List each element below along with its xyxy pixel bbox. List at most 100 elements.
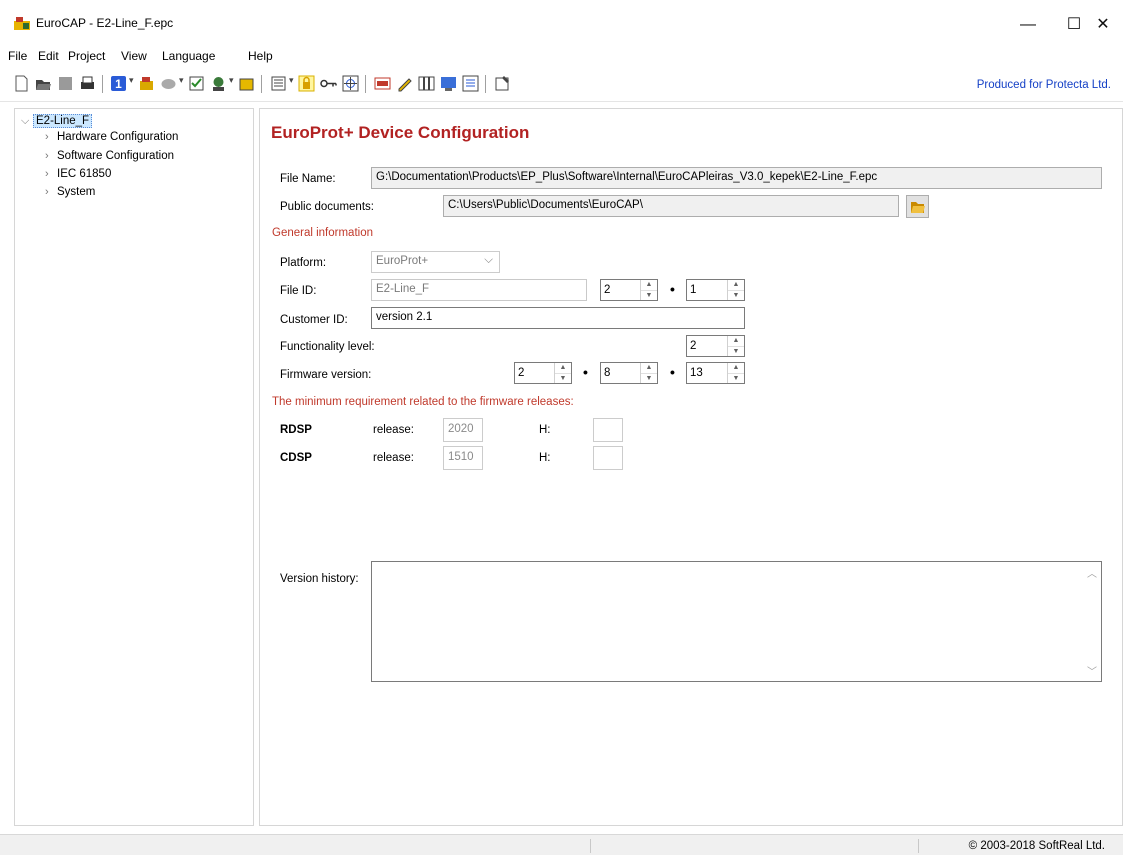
firmware-minor-stepper[interactable]: 8 ▲ ▼ bbox=[600, 362, 658, 384]
spin-down-icon[interactable]: ▼ bbox=[641, 373, 657, 383]
spin-up-icon[interactable]: ▲ bbox=[555, 363, 571, 373]
tree-item-hardware[interactable]: › Hardware Configuration bbox=[45, 131, 178, 143]
tool-icon[interactable] bbox=[210, 75, 227, 92]
config-icon[interactable] bbox=[270, 75, 287, 92]
file-id-minor-stepper[interactable]: 1 ▲ ▼ bbox=[686, 279, 745, 301]
tree-item-label: Software Configuration bbox=[57, 150, 174, 162]
rdsp-label: RDSP bbox=[280, 424, 312, 436]
menu-language[interactable]: Language bbox=[162, 49, 215, 63]
project-tree: ⌵ E2-Line_F › Hardware Configuration › Soft… bbox=[14, 108, 254, 826]
chevron-down-icon: ⌵ bbox=[484, 254, 493, 266]
general-info-heading: General information bbox=[272, 227, 373, 239]
hardware-icon[interactable] bbox=[138, 75, 155, 92]
rdsp-release-field: 2020 bbox=[443, 418, 483, 442]
toolbar: 1 ▾ ▾ ▾ ▾ Produced for Protecta Ltd. bbox=[0, 66, 1123, 102]
menu-edit[interactable]: Edit bbox=[38, 49, 59, 63]
minimize-button[interactable]: — bbox=[1005, 10, 1051, 40]
separator-dot: • bbox=[670, 281, 675, 297]
print-icon[interactable] bbox=[79, 75, 96, 92]
stepper-value: 13 bbox=[690, 367, 703, 379]
separator-dot: • bbox=[583, 364, 588, 380]
key-icon[interactable] bbox=[320, 75, 337, 92]
target-icon[interactable] bbox=[342, 75, 359, 92]
chevron-right-icon[interactable]: › bbox=[45, 131, 57, 143]
menu-bar: File Edit Project View Language Help bbox=[0, 44, 1123, 66]
menu-project[interactable]: Project bbox=[68, 49, 105, 63]
chevron-right-icon[interactable]: › bbox=[45, 150, 57, 162]
browse-button[interactable] bbox=[906, 195, 929, 218]
stepper-value: 1 bbox=[690, 284, 697, 296]
tree-item-label: E2-Line_F bbox=[33, 114, 93, 128]
stepper-value: 2 bbox=[690, 340, 697, 352]
separator-dot: • bbox=[670, 364, 675, 380]
file-name-label: File Name: bbox=[280, 173, 336, 185]
file-id-field[interactable]: E2-Line_F bbox=[371, 279, 587, 301]
tree-item-label: System bbox=[57, 186, 96, 198]
save-icon[interactable] bbox=[57, 75, 74, 92]
cdsp-label: CDSP bbox=[280, 452, 312, 464]
stepper-value: 2 bbox=[604, 284, 611, 296]
spin-down-icon[interactable]: ▼ bbox=[641, 290, 657, 300]
spin-up-icon[interactable]: ▲ bbox=[728, 363, 744, 373]
lcd-icon[interactable] bbox=[440, 75, 457, 92]
properties-icon[interactable] bbox=[494, 75, 511, 92]
window-title: EuroCAP - E2-Line_F.epc bbox=[36, 16, 174, 30]
chevron-down-icon[interactable]: ⌵ bbox=[21, 115, 33, 128]
spin-up-icon[interactable]: ▲ bbox=[728, 336, 744, 346]
cdsp-h-label: H: bbox=[539, 452, 551, 464]
file-id-major-stepper[interactable]: 2 ▲ ▼ bbox=[600, 279, 658, 301]
public-docs-field[interactable]: C:\Users\Public\Documents\EuroCAP\ bbox=[443, 195, 899, 217]
menu-view[interactable]: View bbox=[121, 49, 147, 63]
device-config-panel: EuroProt+ Device Configuration File Name… bbox=[259, 108, 1123, 826]
page-title: EuroProt+ Device Configuration bbox=[271, 123, 530, 142]
columns-icon[interactable] bbox=[418, 75, 435, 92]
toolbar-separator bbox=[365, 75, 366, 93]
title-bar: EuroCAP - E2-Line_F.epc — ☐ ✕ bbox=[0, 0, 1123, 44]
cdsp-h-field bbox=[593, 446, 623, 470]
scrollbar[interactable]: ︿ ﹀ bbox=[1084, 562, 1101, 681]
tree-item-iec61850[interactable]: › IEC 61850 bbox=[45, 168, 111, 180]
spin-up-icon[interactable]: ▲ bbox=[641, 280, 657, 290]
spin-down-icon[interactable]: ▼ bbox=[728, 346, 744, 356]
tree-item-software[interactable]: › Software Configuration bbox=[45, 150, 174, 162]
customer-id-field[interactable]: version 2.1 bbox=[371, 307, 745, 329]
com-icon[interactable] bbox=[374, 75, 391, 92]
platform-select[interactable]: EuroProt+ ⌵ bbox=[371, 251, 500, 273]
functionality-label: Functionality level: bbox=[280, 341, 375, 353]
lock-icon[interactable] bbox=[298, 75, 315, 92]
spin-up-icon[interactable]: ▲ bbox=[641, 363, 657, 373]
tree-item-root[interactable]: ⌵ E2-Line_F bbox=[21, 114, 93, 128]
chevron-up-icon[interactable]: ︿ bbox=[1087, 565, 1097, 580]
spin-down-icon[interactable]: ▼ bbox=[728, 290, 744, 300]
app-logo-icon bbox=[14, 17, 30, 30]
menu-file[interactable]: File bbox=[8, 49, 27, 63]
checkbox-icon[interactable] bbox=[188, 75, 205, 92]
spin-up-icon[interactable]: ▲ bbox=[728, 280, 744, 290]
cdsp-release-label: release: bbox=[373, 452, 414, 464]
open-icon[interactable] bbox=[35, 75, 52, 92]
public-docs-label: Public documents: bbox=[280, 201, 374, 213]
edit-icon[interactable] bbox=[396, 75, 413, 92]
spin-down-icon[interactable]: ▼ bbox=[728, 373, 744, 383]
chevron-right-icon[interactable]: › bbox=[45, 168, 57, 180]
file-name-field[interactable]: G:\Documentation\Products\EP_Plus\Softwa… bbox=[371, 167, 1102, 189]
export-icon[interactable] bbox=[238, 75, 255, 92]
new-icon[interactable] bbox=[13, 75, 30, 92]
menu-help[interactable]: Help bbox=[248, 49, 273, 63]
list-icon[interactable] bbox=[462, 75, 479, 92]
close-button[interactable]: ✕ bbox=[1080, 10, 1123, 40]
disk-icon[interactable] bbox=[160, 75, 177, 92]
version-history-field[interactable]: ︿ ﹀ bbox=[371, 561, 1102, 682]
tree-item-label: Hardware Configuration bbox=[57, 131, 179, 143]
firmware-build-stepper[interactable]: 13 ▲ ▼ bbox=[686, 362, 745, 384]
toolbar-separator bbox=[102, 75, 103, 93]
number-icon[interactable]: 1 bbox=[110, 75, 127, 92]
stepper-value: 8 bbox=[604, 367, 611, 379]
chevron-down-icon[interactable]: ﹀ bbox=[1087, 663, 1097, 678]
min-requirement-heading: The minimum requirement related to the f… bbox=[272, 396, 574, 408]
spin-down-icon[interactable]: ▼ bbox=[555, 373, 571, 383]
functionality-stepper[interactable]: 2 ▲ ▼ bbox=[686, 335, 745, 357]
chevron-right-icon[interactable]: › bbox=[45, 186, 57, 198]
tree-item-system[interactable]: › System bbox=[45, 186, 95, 198]
firmware-major-stepper[interactable]: 2 ▲ ▼ bbox=[514, 362, 572, 384]
